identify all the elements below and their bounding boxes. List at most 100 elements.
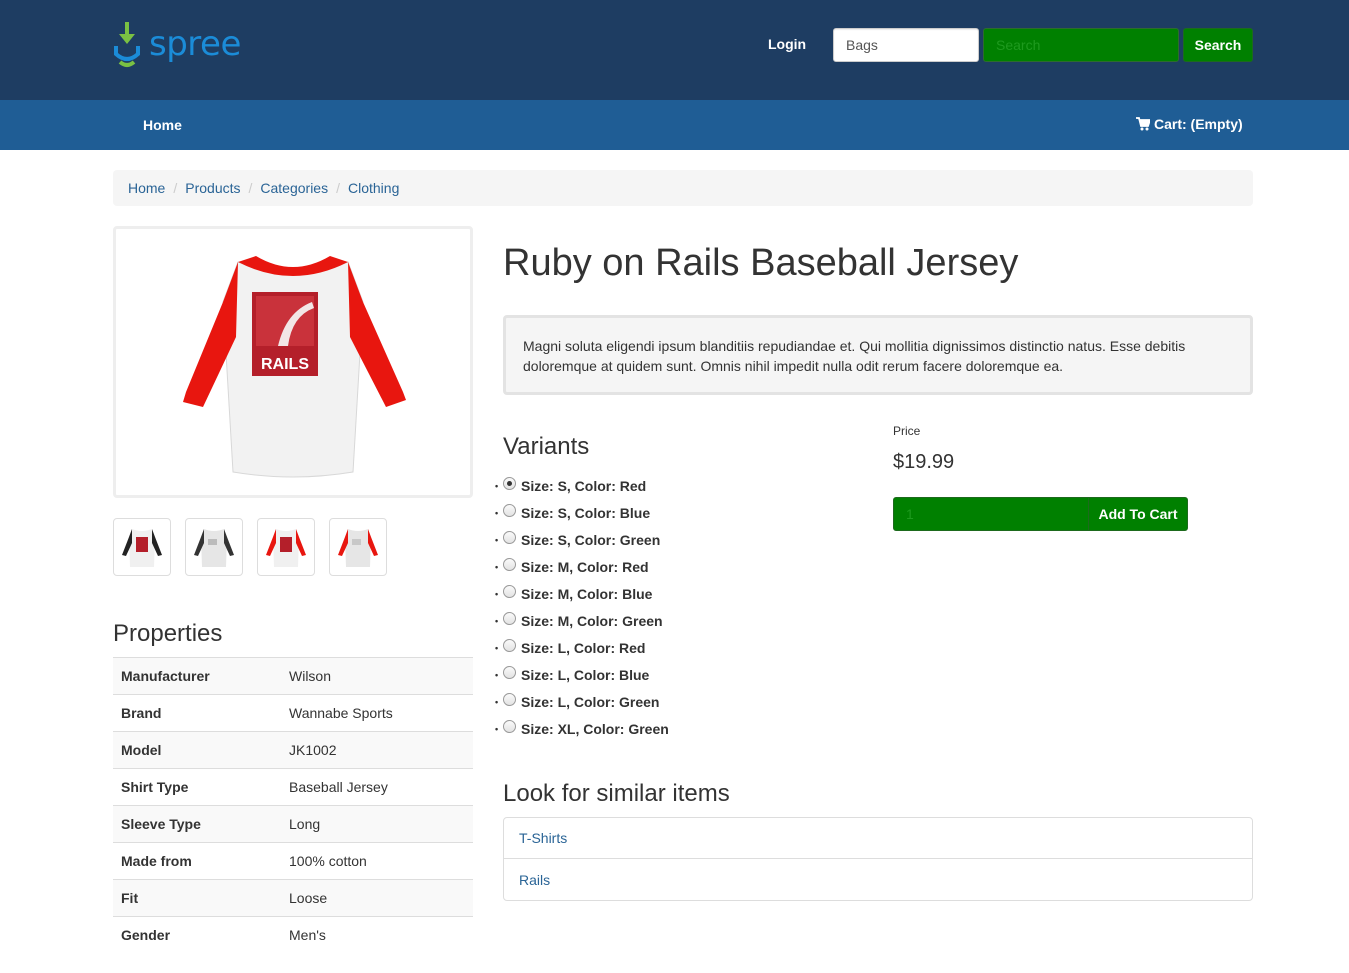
breadcrumb-separator: / — [248, 180, 253, 196]
variant-option[interactable]: • Size: L, Color: Blue — [495, 661, 669, 688]
nav-home-link[interactable]: Home — [143, 117, 182, 133]
variant-option[interactable]: • Size: L, Color: Red — [495, 634, 669, 661]
variant-label[interactable]: Size: M, Color: Blue — [521, 586, 652, 602]
search-input[interactable] — [983, 28, 1179, 62]
variant-radio[interactable] — [503, 585, 516, 598]
table-row: Sleeve Type Long — [113, 805, 473, 843]
variant-label[interactable]: Size: S, Color: Red — [521, 478, 646, 494]
property-key: Gender — [113, 916, 281, 954]
table-row: Gender Men's — [113, 916, 473, 954]
spree-logo[interactable]: spree — [113, 20, 241, 72]
variant-radio[interactable] — [503, 612, 516, 625]
variant-option[interactable]: • Size: S, Color: Green — [495, 526, 669, 553]
rails-logo-text: RAILS — [261, 356, 309, 373]
variant-option[interactable]: • Size: M, Color: Green — [495, 607, 669, 634]
variant-option[interactable]: • Size: S, Color: Blue — [495, 499, 669, 526]
property-key: Fit — [113, 879, 281, 917]
product-main-image[interactable]: RAILS — [113, 226, 473, 498]
property-value: Baseball Jersey — [281, 768, 473, 806]
list-bullet: • — [495, 696, 499, 707]
logo-text: spree — [149, 24, 241, 64]
thumbnail-red-gray[interactable] — [329, 518, 387, 576]
variant-label[interactable]: Size: L, Color: Green — [521, 694, 659, 710]
list-item: Rails — [504, 859, 1252, 900]
thumbnail-black-gray[interactable] — [185, 518, 243, 576]
taxon-select[interactable]: Bags — [833, 28, 979, 62]
variant-radio[interactable] — [503, 504, 516, 517]
breadcrumb-categories[interactable]: Categories — [260, 180, 328, 196]
similar-item-link-rails[interactable]: Rails — [519, 872, 550, 888]
breadcrumb: Home / Products / Categories / Clothing — [113, 170, 1253, 206]
variant-option[interactable]: • Size: S, Color: Red — [495, 472, 669, 499]
breadcrumb-home[interactable]: Home — [128, 180, 165, 196]
property-key: Shirt Type — [113, 768, 281, 806]
variant-label[interactable]: Size: XL, Color: Green — [521, 721, 669, 737]
list-bullet: • — [495, 669, 499, 680]
similar-items-list: T-Shirts Rails — [503, 817, 1253, 901]
variant-radio[interactable] — [503, 639, 516, 652]
breadcrumb-separator: / — [173, 180, 178, 196]
variant-radio[interactable] — [503, 558, 516, 571]
property-value: Long — [281, 805, 473, 843]
table-row: Shirt Type Baseball Jersey — [113, 768, 473, 806]
similar-item-link-tshirts[interactable]: T-Shirts — [519, 830, 567, 846]
variant-radio[interactable] — [503, 666, 516, 679]
variant-option[interactable]: • Size: M, Color: Blue — [495, 580, 669, 607]
variants-list: • Size: S, Color: Red • Size: S, Color: Bl… — [495, 472, 669, 742]
property-key: Brand — [113, 694, 281, 732]
jersey-thumbnail-icon — [266, 529, 306, 567]
variant-radio[interactable] — [503, 531, 516, 544]
variant-radio[interactable] — [503, 720, 516, 733]
breadcrumb-clothing[interactable]: Clothing — [348, 180, 399, 196]
list-bullet: • — [495, 561, 499, 572]
thumbnail-red[interactable] — [257, 518, 315, 576]
price-label: Price — [893, 424, 921, 438]
thumbnail-black[interactable] — [113, 518, 171, 576]
properties-heading: Properties — [113, 620, 223, 647]
table-row: Manufacturer Wilson — [113, 657, 473, 695]
variant-option[interactable]: • Size: XL, Color: Green — [495, 715, 669, 742]
breadcrumb-products[interactable]: Products — [185, 180, 240, 196]
variant-radio[interactable] — [503, 693, 516, 706]
table-row: Fit Loose — [113, 879, 473, 917]
top-header: spree Login Bags Search — [0, 0, 1349, 100]
list-bullet: • — [495, 723, 499, 734]
variant-label[interactable]: Size: M, Color: Green — [521, 613, 663, 629]
cart-label: Cart: (Empty) — [1154, 116, 1243, 132]
variant-label[interactable]: Size: S, Color: Blue — [521, 505, 650, 521]
table-row: Brand Wannabe Sports — [113, 694, 473, 732]
cart-icon — [1136, 117, 1150, 131]
property-key: Sleeve Type — [113, 805, 281, 843]
list-bullet: • — [495, 615, 499, 626]
breadcrumb-separator: / — [336, 180, 340, 196]
variant-label[interactable]: Size: L, Color: Red — [521, 640, 645, 656]
property-value: JK1002 — [281, 731, 473, 769]
list-bullet: • — [495, 534, 499, 545]
property-key: Model — [113, 731, 281, 769]
variant-radio[interactable] — [503, 477, 516, 490]
variants-heading: Variants — [503, 433, 590, 460]
list-item: T-Shirts — [504, 818, 1252, 859]
variant-label[interactable]: Size: S, Color: Green — [521, 532, 660, 548]
property-value: Men's — [281, 916, 473, 954]
property-value: Loose — [281, 879, 473, 917]
jersey-thumbnail-icon — [338, 529, 378, 567]
main-navbar: Home Cart: (Empty) — [0, 100, 1349, 150]
list-bullet: • — [495, 588, 499, 599]
table-row: Made from 100% cotton — [113, 842, 473, 880]
property-value: Wilson — [281, 657, 473, 695]
quantity-input[interactable] — [893, 497, 1089, 531]
similar-items-heading: Look for similar items — [503, 780, 730, 807]
jersey-image: RAILS — [183, 256, 406, 478]
cart-link[interactable]: Cart: (Empty) — [1136, 116, 1243, 132]
product-title: Ruby on Rails Baseball Jersey — [503, 242, 1019, 284]
variant-label[interactable]: Size: M, Color: Red — [521, 559, 649, 575]
variant-option[interactable]: • Size: L, Color: Green — [495, 688, 669, 715]
login-link[interactable]: Login — [768, 36, 806, 52]
properties-table: Manufacturer Wilson Brand Wannabe Sports M… — [113, 657, 473, 954]
variant-option[interactable]: • Size: M, Color: Red — [495, 553, 669, 580]
property-value: 100% cotton — [281, 842, 473, 880]
variant-label[interactable]: Size: L, Color: Blue — [521, 667, 649, 683]
add-to-cart-button[interactable]: Add To Cart — [1088, 497, 1188, 531]
search-button[interactable]: Search — [1183, 28, 1253, 62]
